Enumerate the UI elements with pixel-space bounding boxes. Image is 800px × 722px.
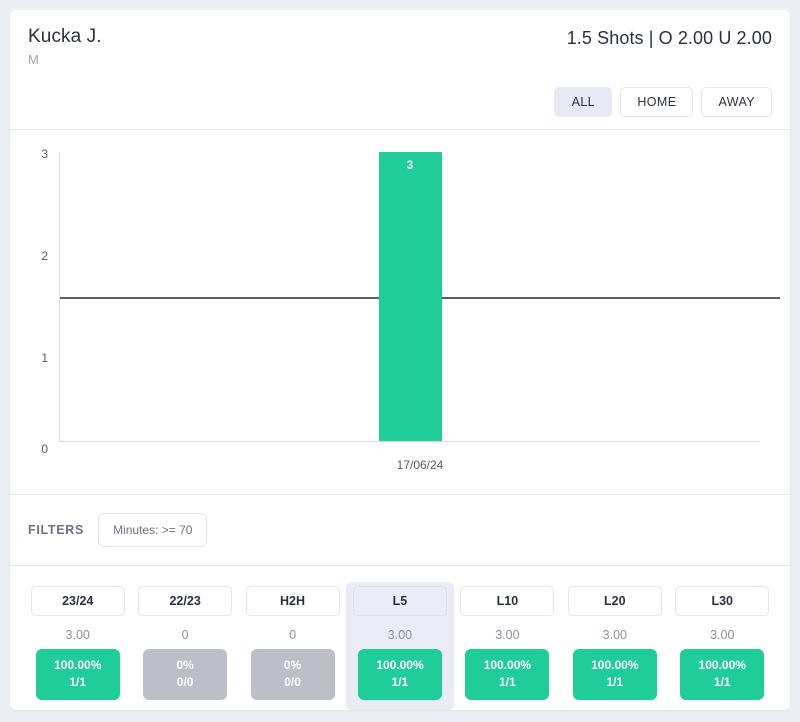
player-identity: Kucka J. M: [28, 26, 102, 67]
venue-filter-all[interactable]: ALL: [554, 87, 613, 117]
x-tick-label: 17/06/24: [396, 458, 444, 473]
venue-filter-home[interactable]: HOME: [620, 87, 694, 117]
y-axis: 3 2 1 0: [24, 130, 48, 494]
venue-filter-away[interactable]: AWAY: [701, 87, 772, 117]
shots-bar-chart: 3 2 1 0 3 17/06/24: [10, 130, 790, 494]
stat-average-l20: 3.00: [602, 628, 627, 642]
stat-record-h2h: 0/0: [284, 675, 301, 689]
period-button-l30[interactable]: L30: [675, 586, 770, 616]
stat-badge-2324[interactable]: 100.00% 1/1: [35, 649, 120, 700]
stat-col-l5: L5 3.00 100.00% 1/1: [346, 582, 454, 710]
stat-badge-l20[interactable]: 100.00% 1/1: [572, 649, 657, 700]
bars-container: 3: [60, 151, 760, 442]
stat-col-h2h: H2H 0 0% 0/0: [239, 582, 346, 710]
header-top-row: Kucka J. M 1.5 Shots | O 2.00 U 2.00: [28, 26, 772, 67]
stat-badge-h2h[interactable]: 0% 0/0: [250, 649, 335, 700]
filter-chip-minutes[interactable]: Minutes: >= 70: [98, 513, 208, 548]
period-button-h2h[interactable]: H2H: [245, 586, 340, 616]
filters-section: FILTERS Minutes: >= 70: [10, 495, 790, 565]
bar-17-06-24[interactable]: 3: [378, 151, 442, 442]
y-tick-1: 1: [41, 350, 48, 365]
stat-percent-l30: 100.00%: [698, 658, 746, 672]
bar-value-label: 3: [406, 159, 414, 172]
plot-area: 3: [59, 151, 780, 443]
stat-col-2223: 22/23 0 0% 0/0: [131, 582, 238, 710]
stat-average-l30: 3.00: [710, 628, 735, 642]
stat-record-l10: 1/1: [499, 675, 516, 689]
stat-record-l30: 1/1: [713, 675, 731, 689]
bar-slot: 3: [60, 151, 760, 442]
stat-record-l20: 1/1: [606, 675, 624, 689]
player-position: M: [28, 52, 39, 67]
stat-percent-2223: 0%: [176, 658, 194, 672]
period-button-l10[interactable]: L10: [460, 586, 555, 616]
y-tick-2: 2: [41, 248, 48, 263]
stat-average-l10: 3.00: [495, 628, 520, 642]
stat-average-l5: 3.00: [387, 628, 413, 642]
period-stats-row: 23/24 3.00 100.00% 1/1 22/23 0 0% 0/0 H2…: [10, 566, 790, 710]
stat-badge-l5[interactable]: 100.00% 1/1: [357, 649, 442, 700]
venue-filter-group: ALL HOME AWAY: [28, 87, 772, 117]
stat-badge-l30[interactable]: 100.00% 1/1: [680, 649, 765, 700]
stat-percent-2324: 100.00%: [54, 658, 102, 672]
period-button-l5[interactable]: L5: [352, 586, 447, 616]
stat-badge-l10[interactable]: 100.00% 1/1: [465, 649, 550, 700]
stat-record-2223: 0/0: [176, 675, 194, 689]
stat-col-l20: L20 3.00 100.00% 1/1: [561, 582, 668, 710]
stat-average-2324: 3.00: [65, 628, 90, 642]
stat-col-2324: 23/24 3.00 100.00% 1/1: [24, 582, 131, 710]
stat-average-2223: 0: [181, 628, 189, 642]
page-root: Kucka J. M 1.5 Shots | O 2.00 U 2.00 ALL…: [0, 0, 800, 722]
stat-percent-h2h: 0%: [283, 658, 302, 672]
stat-col-l30: L30 3.00 100.00% 1/1: [669, 582, 776, 710]
period-button-l20[interactable]: L20: [567, 586, 662, 616]
period-button-2324[interactable]: 23/24: [30, 586, 125, 616]
stat-col-l10: L10 3.00 100.00% 1/1: [454, 582, 561, 710]
stat-record-l5: 1/1: [391, 675, 409, 689]
player-stats-card: Kucka J. M 1.5 Shots | O 2.00 U 2.00 ALL…: [10, 10, 790, 710]
market-line: 1.5 Shots | O 2.00 U 2.00: [566, 28, 772, 48]
card-header: Kucka J. M 1.5 Shots | O 2.00 U 2.00 ALL…: [10, 10, 790, 129]
stat-percent-l20: 100.00%: [591, 658, 639, 672]
filters-label: FILTERS: [28, 523, 85, 538]
stat-percent-l10: 100.00%: [483, 658, 532, 672]
y-tick-3: 3: [41, 146, 48, 161]
period-button-2223[interactable]: 22/23: [138, 586, 233, 616]
stat-average-h2h: 0: [289, 628, 297, 642]
stat-badge-2223[interactable]: 0% 0/0: [143, 649, 228, 700]
chart-inner: 3 2 1 0 3 17/06/24: [10, 130, 790, 494]
stat-percent-l5: 100.00%: [376, 658, 424, 672]
stat-record-2324: 1/1: [69, 675, 87, 689]
y-tick-0: 0: [41, 441, 48, 456]
page-title: Kucka J.: [28, 26, 102, 47]
